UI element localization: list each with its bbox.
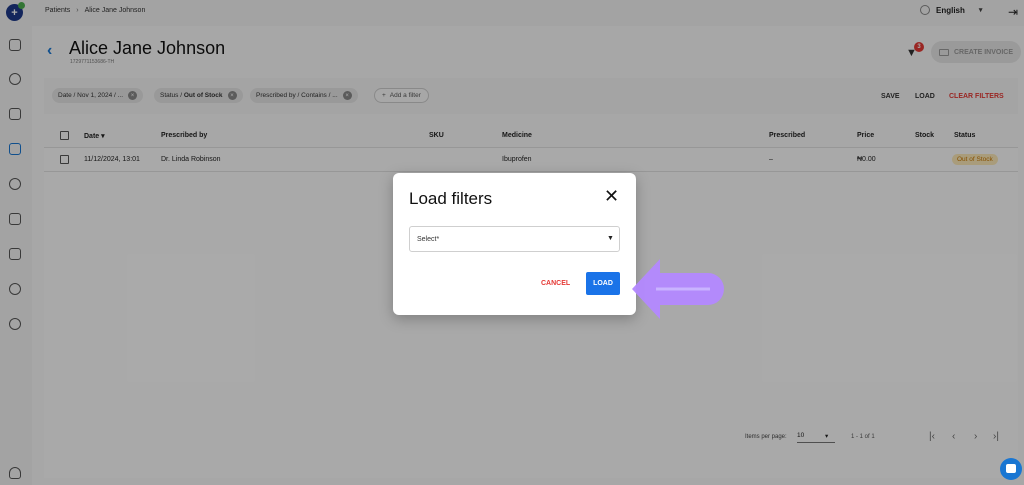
cancel-button[interactable]: CANCEL (541, 280, 570, 287)
close-icon[interactable]: ✕ (604, 187, 619, 205)
load-filters-dialog: Load filters ✕ Select* ▼ CANCEL LOAD (393, 173, 636, 315)
chevron-down-icon: ▼ (607, 235, 614, 242)
dialog-title: Load filters (409, 189, 493, 208)
saved-filter-select[interactable]: Select* ▼ (409, 226, 620, 252)
load-button[interactable]: LOAD (586, 272, 620, 295)
select-placeholder: Select* (417, 236, 440, 243)
pointer-arrow-icon (632, 259, 724, 319)
chat-support-icon[interactable] (1000, 458, 1022, 480)
